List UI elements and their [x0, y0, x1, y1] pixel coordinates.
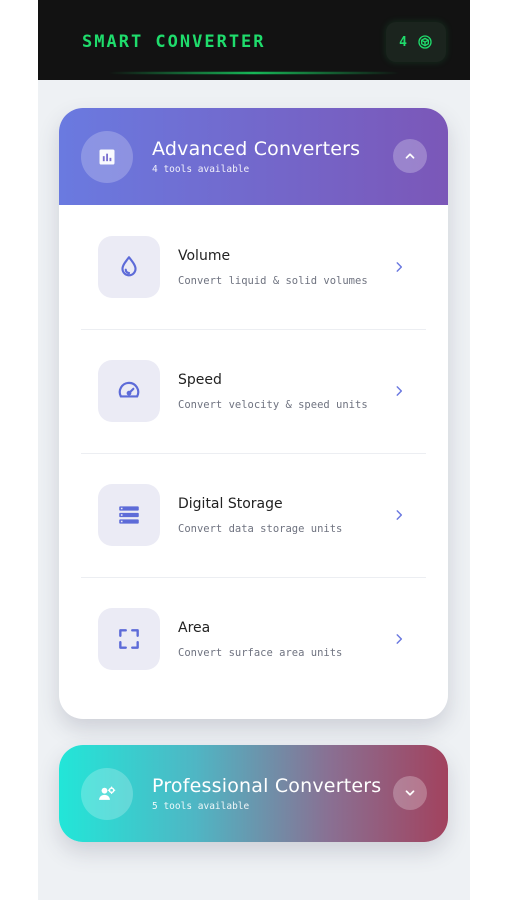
- chevron-up-icon: [405, 153, 415, 159]
- tool-name: Area: [178, 619, 211, 636]
- tool-item-digital-storage[interactable]: Digital Storage Convert data storage uni…: [59, 453, 448, 577]
- tool-icon-badge: [98, 236, 160, 298]
- counter-button[interactable]: 4: [386, 22, 446, 62]
- tool-description: Convert velocity & speed units: [178, 398, 368, 411]
- chevron-down-icon: [405, 790, 415, 796]
- tool-item-volume[interactable]: Volume Convert liquid & solid volumes: [59, 205, 448, 329]
- collapse-toggle-button[interactable]: [393, 139, 427, 173]
- chevron-right-icon: [396, 634, 403, 644]
- cube-icon: [418, 35, 432, 49]
- section-subtitle: 4 tools available: [152, 164, 250, 175]
- tool-name: Speed: [178, 371, 222, 388]
- user-gear-icon-badge: [81, 767, 133, 820]
- top-app-bar: SMART CONVERTER 4: [38, 0, 470, 80]
- chevron-right-icon: [396, 262, 403, 272]
- tool-item-speed[interactable]: Speed Convert velocity & speed units: [59, 329, 448, 453]
- tool-icon-badge: [98, 360, 160, 422]
- section-title: Professional Converters: [152, 775, 382, 797]
- tool-description: Convert data storage units: [178, 522, 343, 535]
- section-title: Advanced Converters: [152, 138, 361, 160]
- advanced-converters-header[interactable]: Advanced Converters 4 tools available: [59, 108, 448, 205]
- tool-icon-badge: [98, 608, 160, 670]
- app-screen: SMART CONVERTER 4 Advanced Converters 4 …: [38, 0, 470, 900]
- professional-converters-card: Professional Converters 5 tools availabl…: [59, 745, 448, 842]
- advanced-converters-card: Advanced Converters 4 tools available Vo…: [59, 108, 448, 719]
- speedometer-icon: [118, 381, 140, 398]
- expand-toggle-button[interactable]: [393, 776, 427, 810]
- tool-name: Volume: [178, 247, 231, 264]
- chevron-right-icon: [396, 386, 403, 396]
- droplet-icon: [121, 256, 137, 277]
- tool-description: Convert surface area units: [178, 646, 343, 659]
- area-frame-icon: [119, 629, 139, 649]
- header-glow-line: [108, 72, 400, 74]
- storage-icon: [119, 506, 139, 524]
- tool-description: Convert liquid & solid volumes: [178, 274, 368, 287]
- tool-item-area[interactable]: Area Convert surface area units: [59, 577, 448, 701]
- section-subtitle: 5 tools available: [152, 801, 250, 812]
- app-title: SMART CONVERTER: [82, 32, 266, 52]
- user-gear-icon: [99, 786, 116, 800]
- chart-icon-badge: [81, 130, 133, 183]
- chart-icon: [99, 149, 115, 164]
- tool-name: Digital Storage: [178, 495, 283, 512]
- professional-converters-header[interactable]: Professional Converters 5 tools availabl…: [59, 745, 448, 842]
- chevron-right-icon: [396, 510, 403, 520]
- counter-value: 4: [399, 34, 407, 50]
- tool-icon-badge: [98, 484, 160, 546]
- tool-list: Volume Convert liquid & solid volumes Sp…: [59, 205, 448, 701]
